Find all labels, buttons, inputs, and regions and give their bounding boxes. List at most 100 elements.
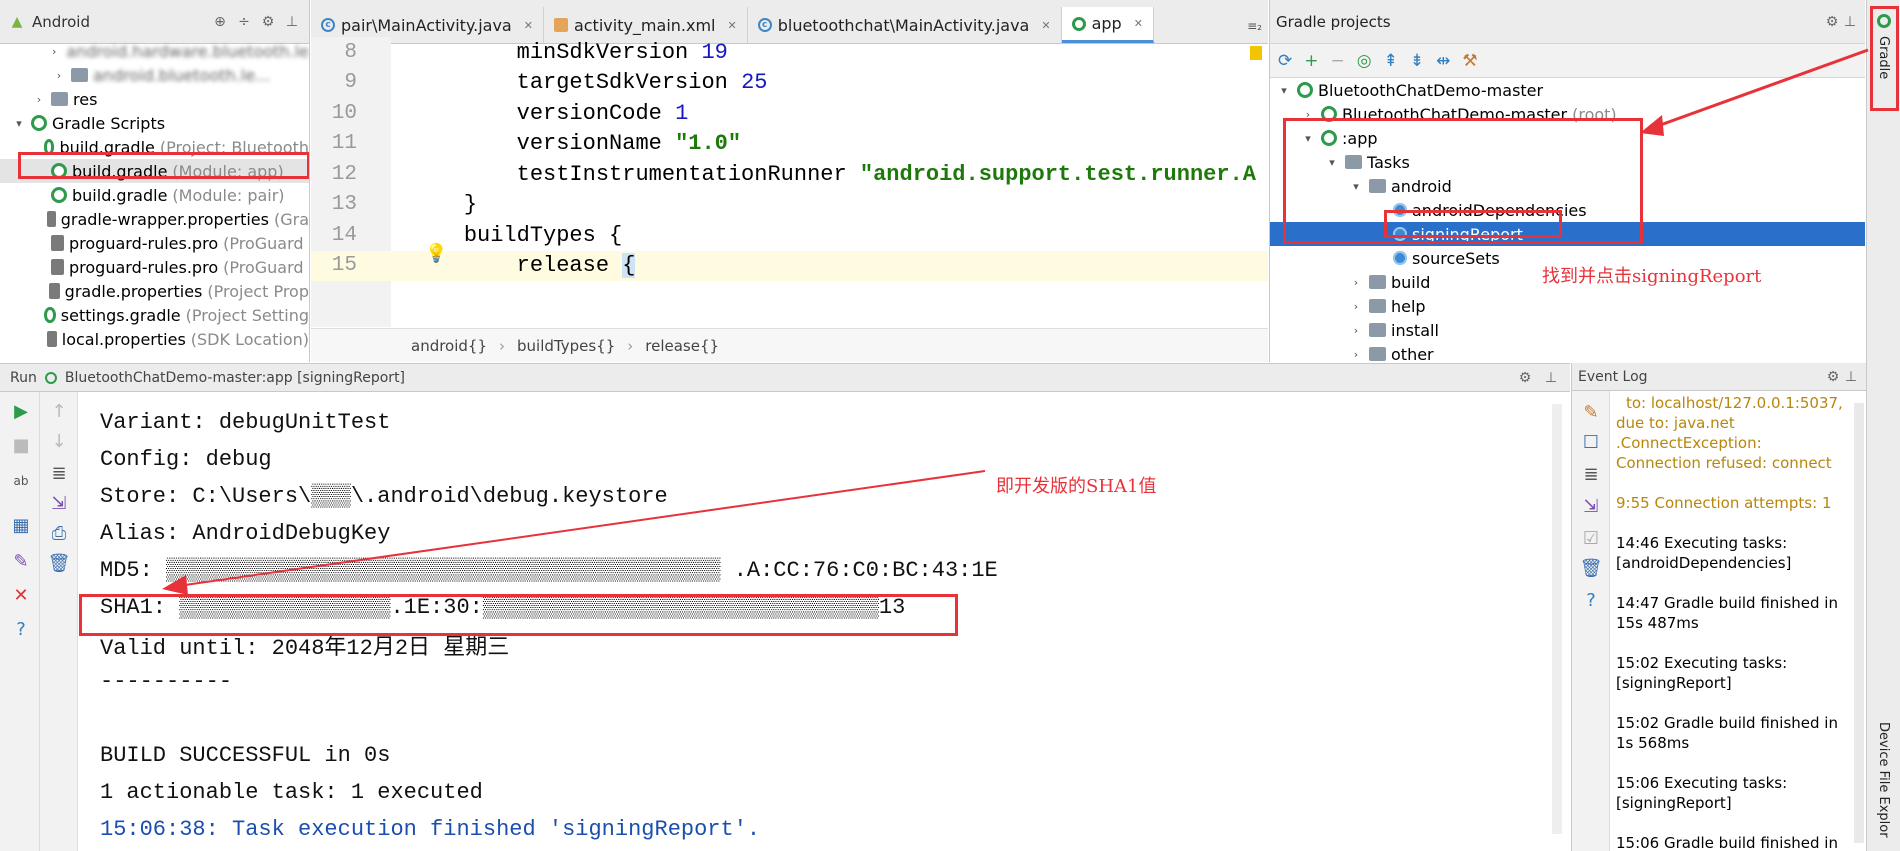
clear-icon[interactable]: 🗑 xyxy=(48,552,71,574)
tree-row[interactable]: local.properties (SDK Location) xyxy=(0,327,309,351)
tree-row[interactable]: gradle-wrapper.properties (Gra xyxy=(0,207,309,231)
code-token: targetSdkVersion xyxy=(516,70,742,96)
event-log-entry: 15:02 Executing tasks: [signingReport] xyxy=(1616,653,1851,693)
expand-all-icon[interactable]: ⇞ xyxy=(1384,51,1398,71)
event-log-entry: 15:02 Gradle build finished in 1s 568ms xyxy=(1616,713,1851,753)
pin-icon[interactable]: ✎ xyxy=(10,550,32,572)
hide-icon[interactable]: ⊥ xyxy=(1842,368,1860,386)
tree-row[interactable]: › android.hardware.bluetooth.le... xyxy=(0,39,309,63)
tree-item-label: res xyxy=(73,89,98,109)
code-text: } xyxy=(411,192,477,217)
tree-row[interactable]: proguard-rules.pro (ProGuard xyxy=(0,255,309,279)
mark-read-icon[interactable]: ☑ xyxy=(1580,527,1602,549)
close-icon[interactable]: ✕ xyxy=(1041,19,1050,32)
breadcrumb-item[interactable]: release{} xyxy=(645,337,719,355)
tree-arrow-icon[interactable]: › xyxy=(1348,300,1364,313)
tree-row[interactable]: settings.gradle (Project Setting xyxy=(0,303,309,327)
code-line: 14 buildTypes { xyxy=(311,220,1268,251)
event-time: 15:06 xyxy=(1616,834,1660,851)
tree-arrow-icon[interactable]: ▾ xyxy=(12,117,26,130)
console-line: 1 actionable task: 1 executed xyxy=(100,780,483,805)
device-file-explorer-tab[interactable]: Device File Explor xyxy=(1876,722,1891,838)
annotation-click-signing-report: 找到并点击signingReport xyxy=(1542,266,1762,287)
link-icon[interactable]: ⇹ xyxy=(1436,51,1450,71)
gradle-icon xyxy=(1071,16,1086,31)
hide-icon[interactable]: ⊥ xyxy=(1841,13,1859,31)
settings-icon[interactable]: ⚒ xyxy=(1462,51,1477,71)
balloon-icon[interactable]: ☐ xyxy=(1580,431,1602,453)
stop-icon[interactable]: ■ xyxy=(10,434,32,456)
close-icon[interactable]: ✕ xyxy=(728,19,737,32)
tree-arrow-icon[interactable]: › xyxy=(52,45,56,58)
add-icon[interactable]: + xyxy=(1304,51,1318,71)
up-icon[interactable]: ↑ xyxy=(48,400,70,422)
help-icon[interactable]: ? xyxy=(1580,589,1602,611)
event-log-entry: 14:46 Executing tasks: [androidDependenc… xyxy=(1616,533,1851,573)
close-icon[interactable]: ✕ xyxy=(524,19,533,32)
lightbulb-icon[interactable]: 💡 xyxy=(425,243,447,264)
remove-icon[interactable]: − xyxy=(1331,51,1345,71)
rerun-icon[interactable]: ▶ xyxy=(10,400,32,422)
tree-arrow-icon[interactable]: › xyxy=(32,93,46,106)
gradle-tree-row[interactable]: › install xyxy=(1270,318,1865,342)
print-icon[interactable]: ⎙ xyxy=(48,522,70,544)
tree-arrow-icon[interactable]: › xyxy=(1348,276,1364,289)
settings-icon[interactable]: ⚙ xyxy=(259,13,277,31)
tree-item-detail: (SDK Location) xyxy=(190,329,309,349)
close-icon[interactable]: ✕ xyxy=(10,584,32,606)
tree-arrow-icon[interactable]: ▾ xyxy=(1276,84,1292,97)
gradle-icon xyxy=(44,307,56,323)
tree-row[interactable]: proguard-rules.pro (ProGuard xyxy=(0,231,309,255)
gradle-tree-row[interactable]: › help xyxy=(1270,294,1865,318)
collapse-all-icon[interactable]: ⇟ xyxy=(1410,51,1424,71)
folder-icon xyxy=(51,92,68,106)
clear-icon[interactable]: 🗑 xyxy=(1580,557,1603,579)
breadcrumb-item[interactable]: buildTypes{} xyxy=(517,337,615,355)
console-line: MD5: ▒▒▒▒▒▒▒▒▒▒▒▒▒▒▒▒▒▒▒▒▒▒▒▒▒▒▒▒▒▒▒▒▒▒▒… xyxy=(100,558,998,583)
run-icon[interactable]: ◎ xyxy=(1357,51,1372,71)
line-number: 11 xyxy=(331,132,357,156)
console-scrollbar[interactable] xyxy=(1552,404,1562,834)
toggle-view-icon[interactable]: ab xyxy=(10,470,32,492)
scroll-end-icon[interactable]: ⇲ xyxy=(48,492,70,514)
down-icon[interactable]: ↓ xyxy=(48,430,70,452)
layout-icon[interactable]: ▦ xyxy=(10,514,32,536)
refresh-icon[interactable]: ⟳ xyxy=(1278,51,1292,71)
code-line: 12 testInstrumentationRunner "android.su… xyxy=(311,159,1268,190)
tree-arrow-icon[interactable]: › xyxy=(1348,324,1364,337)
tree-row[interactable]: › res xyxy=(0,87,309,111)
help-icon[interactable]: ? xyxy=(10,618,32,640)
tree-row[interactable]: build.gradle (Module: pair) xyxy=(0,183,309,207)
gradle-tab[interactable]: Gradle xyxy=(1876,36,1891,79)
tree-row[interactable]: gradle.properties (Project Prop xyxy=(0,279,309,303)
settings-icon[interactable]: ⚙ xyxy=(1823,13,1841,31)
project-view-selector[interactable]: Android xyxy=(32,13,90,31)
collapse-icon[interactable]: ÷ xyxy=(235,13,253,31)
close-icon[interactable]: ✕ xyxy=(1134,17,1143,30)
gradle-tree-row[interactable]: ▾ BluetoothChatDemo-master xyxy=(1270,78,1865,102)
soft-wrap-icon[interactable]: ≣ xyxy=(48,462,70,484)
scroll-end-icon[interactable]: ⇲ xyxy=(1580,495,1602,517)
gradle-tree-row[interactable]: › other xyxy=(1270,342,1865,363)
code-text: versionName "1.0" xyxy=(411,131,741,156)
tree-arrow-icon[interactable]: › xyxy=(1348,348,1364,361)
settings-icon[interactable]: ⚙ xyxy=(1516,369,1534,387)
tree-row[interactable]: › android.bluetooth.le... xyxy=(0,63,309,87)
wrench-icon[interactable]: ✎ xyxy=(1580,401,1602,423)
class-icon: c xyxy=(321,18,335,32)
settings-icon[interactable]: ⚙ xyxy=(1824,368,1842,386)
code-area[interactable]: 8 minSdkVersion 19 9 targetSdkVersion 25 1… xyxy=(311,37,1268,327)
scroll-from-source-icon[interactable]: ⊕ xyxy=(211,13,229,31)
highlight-box-sha1 xyxy=(79,594,958,636)
hide-icon[interactable]: ⊥ xyxy=(283,13,301,31)
line-number: 9 xyxy=(344,71,357,95)
hide-icon[interactable]: ⊥ xyxy=(1542,369,1560,387)
tree-row[interactable]: ▾ Gradle Scripts xyxy=(0,111,309,135)
code-line: 8 minSdkVersion 19 xyxy=(311,37,1268,68)
run-toolbar: ▶ ■ ab ▦ ✎ ✕ ? xyxy=(0,392,40,851)
event-log-scrollbar[interactable] xyxy=(1854,403,1864,843)
tree-arrow-icon[interactable]: › xyxy=(52,69,66,82)
breadcrumb-item[interactable]: android{} xyxy=(411,337,487,355)
soft-wrap-icon[interactable]: ≣ xyxy=(1580,463,1602,485)
